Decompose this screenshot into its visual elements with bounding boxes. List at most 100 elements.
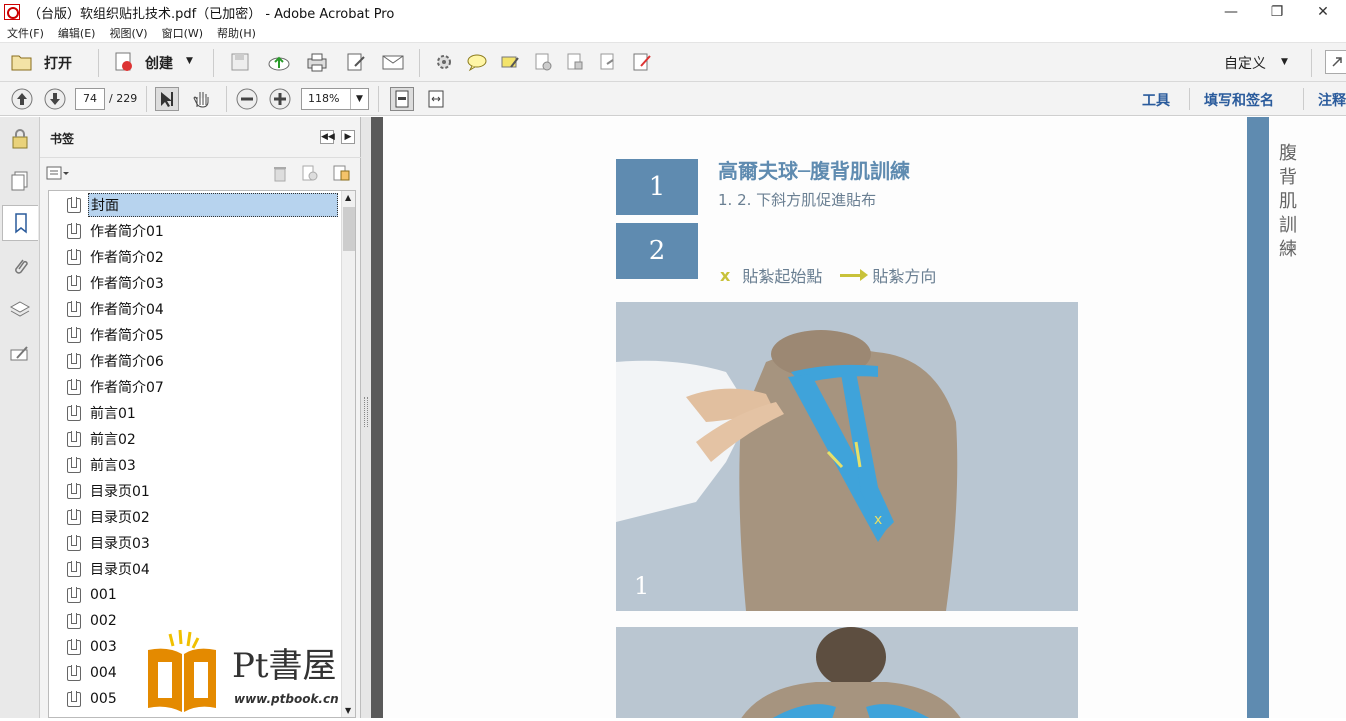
bookmark-item[interactable]: 作者简介07 — [67, 375, 166, 399]
bookmark-icon — [67, 430, 81, 447]
zoom-select[interactable]: 118% ▼ — [301, 88, 369, 110]
bookmark-item[interactable]: 005 — [67, 687, 119, 711]
email-icon[interactable] — [381, 50, 405, 74]
create-pdf-icon[interactable] — [112, 50, 136, 74]
customize-chevron-icon[interactable]: ▼ — [1281, 57, 1288, 67]
expand-icon[interactable] — [1325, 50, 1346, 74]
bookmark-icon — [67, 326, 81, 343]
bookmark-icon — [67, 534, 81, 551]
sign-document-icon[interactable] — [630, 50, 654, 74]
document-view[interactable]: 1 2 高爾夫球─腹背肌訓練 1. 2. 下斜方肌促進貼布 x 貼紮起始點 貼紮… — [371, 117, 1346, 718]
bookmark-icon — [67, 482, 81, 499]
previous-page-icon[interactable] — [10, 87, 34, 111]
hand-tool-icon[interactable] — [189, 87, 213, 111]
section-number-1: 1 — [616, 159, 698, 215]
side-accent-strip — [1247, 117, 1269, 718]
acrobat-app-icon — [4, 4, 20, 20]
bookmark-item[interactable]: 前言01 — [67, 401, 138, 425]
open-button[interactable]: 打开 — [44, 53, 72, 73]
bookmark-icon — [67, 222, 81, 239]
menu-file[interactable]: 文件(F) — [7, 25, 44, 41]
bookmark-item[interactable]: 封面 — [67, 193, 338, 217]
bookmark-item[interactable]: 前言02 — [67, 427, 138, 451]
pages-thumbnail-icon[interactable] — [8, 169, 32, 193]
panel-menu-icon[interactable]: ▶ — [341, 130, 355, 144]
bookmark-item[interactable]: 003 — [67, 635, 119, 659]
zoom-in-icon[interactable] — [268, 87, 292, 111]
pdf-page: 1 2 高爾夫球─腹背肌訓練 1. 2. 下斜方肌促進貼布 x 貼紮起始點 貼紮… — [383, 117, 1346, 718]
bookmark-item[interactable]: 前言03 — [67, 453, 138, 477]
create-dropdown-icon[interactable]: ▼ — [186, 56, 193, 66]
menu-help[interactable]: 帮助(H) — [217, 25, 256, 41]
bookmark-item[interactable]: 作者简介06 — [67, 349, 166, 373]
tools-link[interactable]: 工具 — [1142, 90, 1170, 110]
bookmark-item[interactable]: 作者简介01 — [67, 219, 166, 243]
edit-document-icon[interactable] — [344, 50, 368, 74]
folder-open-icon[interactable] — [10, 50, 34, 74]
options-menu-icon[interactable] — [46, 161, 70, 185]
collapse-panel-icon[interactable]: ◀◀ — [320, 130, 335, 144]
bookmark-item[interactable]: 001 — [67, 583, 119, 607]
zoom-out-icon[interactable] — [235, 87, 259, 111]
side-chapter-text: 腹背肌訓練 — [1279, 143, 1297, 260]
watermark-name: Pt書屋 — [232, 646, 337, 686]
scroll-thumb[interactable] — [343, 207, 355, 251]
close-button[interactable]: ✕ — [1300, 0, 1346, 24]
minimize-button[interactable]: — — [1208, 0, 1254, 24]
menu-view[interactable]: 视图(V) — [109, 25, 147, 41]
bookmark-item[interactable]: 目录页02 — [67, 505, 152, 529]
bookmark-icon — [67, 456, 81, 473]
comment-link[interactable]: 注释 — [1318, 90, 1346, 110]
next-page-icon[interactable] — [43, 87, 67, 111]
bookmarks-panel-icon[interactable] — [2, 205, 38, 241]
zoom-dropdown-icon[interactable]: ▼ — [350, 89, 368, 109]
bookmark-item[interactable]: 目录页04 — [67, 557, 152, 581]
upload-cloud-icon[interactable] — [267, 50, 291, 74]
restore-button[interactable]: ❐ — [1254, 0, 1300, 24]
menu-edit[interactable]: 编辑(E) — [58, 25, 96, 41]
page-number-input[interactable]: 74 — [75, 88, 105, 110]
bookmark-icon — [67, 508, 81, 525]
bookmark-icon — [67, 404, 81, 421]
watermark-logo: Pt書屋 www.ptbook.cn — [140, 628, 380, 718]
menu-window[interactable]: 窗口(W) — [162, 25, 203, 41]
secure-document-icon[interactable] — [531, 50, 555, 74]
highlight-icon[interactable] — [498, 50, 522, 74]
bookmark-item[interactable]: 作者简介05 — [67, 323, 166, 347]
bookmark-item[interactable]: 目录页03 — [67, 531, 152, 555]
bookmark-item[interactable]: 004 — [67, 661, 119, 685]
save-icon[interactable] — [228, 50, 252, 74]
bookmark-icon — [67, 378, 81, 395]
layers-icon[interactable] — [8, 297, 32, 321]
bookmark-icon — [67, 638, 81, 655]
expand-bookmark-icon[interactable] — [329, 161, 353, 185]
start-point-marker: x — [720, 265, 731, 285]
bookmark-item[interactable]: 作者简介03 — [67, 271, 166, 295]
print-icon[interactable] — [305, 50, 329, 74]
protect-icon[interactable] — [563, 50, 587, 74]
attachment-icon[interactable] — [8, 255, 32, 279]
page-heading: 高爾夫球─腹背肌訓練 — [718, 159, 911, 183]
gear-icon[interactable] — [432, 50, 456, 74]
scroll-up-icon[interactable]: ▲ — [345, 193, 351, 202]
create-button[interactable]: 创建 — [145, 53, 173, 73]
new-bookmark-icon[interactable] — [297, 161, 321, 185]
bookmark-item[interactable]: 目录页01 — [67, 479, 152, 503]
customize-dropdown[interactable]: 自定义 — [1224, 53, 1266, 73]
bookmark-item[interactable]: 作者简介04 — [67, 297, 166, 321]
fit-page-icon[interactable] — [390, 87, 414, 111]
bookmark-icon — [67, 586, 81, 603]
main-toolbar: 打开 创建 ▼ 自定义 ▼ — [0, 42, 1346, 82]
lock-icon[interactable] — [8, 127, 32, 151]
bookmark-icon — [67, 248, 81, 265]
menu-bar: 文件(F) 编辑(E) 视图(V) 窗口(W) 帮助(H) — [0, 24, 1346, 42]
delete-bookmark-icon[interactable] — [268, 161, 292, 185]
comment-bubble-icon[interactable] — [465, 50, 489, 74]
export-icon[interactable] — [596, 50, 620, 74]
select-cursor-icon[interactable] — [155, 87, 179, 111]
signatures-icon[interactable] — [8, 342, 32, 366]
bookmark-item[interactable]: 002 — [67, 609, 119, 633]
fit-width-icon[interactable] — [424, 87, 448, 111]
bookmark-item[interactable]: 作者简介02 — [67, 245, 166, 269]
fill-sign-link[interactable]: 填写和签名 — [1204, 90, 1274, 110]
